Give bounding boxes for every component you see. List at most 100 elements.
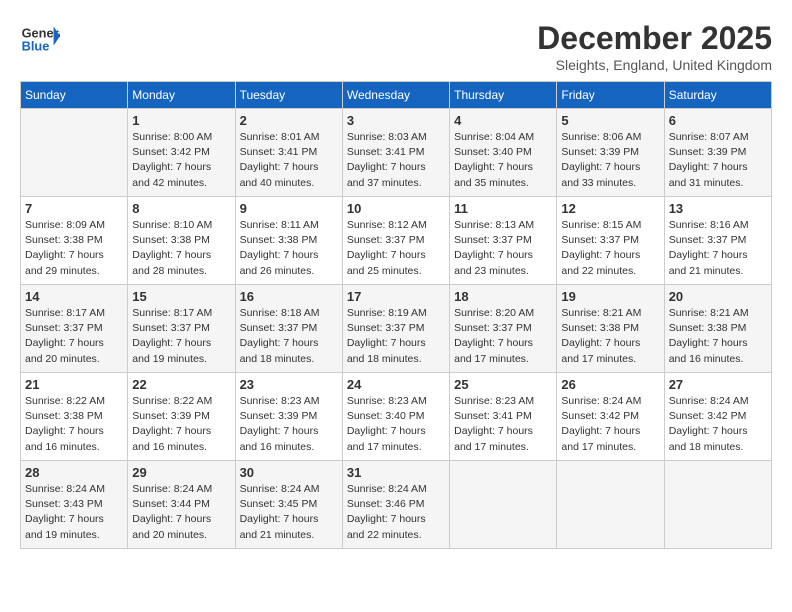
day-info: Sunrise: 8:12 AMSunset: 3:37 PMDaylight:… [347, 218, 445, 279]
day-number: 26 [561, 377, 659, 392]
day-cell: 15 Sunrise: 8:17 AMSunset: 3:37 PMDayligh… [128, 285, 235, 373]
day-cell: 2 Sunrise: 8:01 AMSunset: 3:41 PMDaylight… [235, 109, 342, 197]
day-number: 12 [561, 201, 659, 216]
day-number: 15 [132, 289, 230, 304]
day-number: 13 [669, 201, 767, 216]
day-cell: 24 Sunrise: 8:23 AMSunset: 3:40 PMDayligh… [342, 373, 449, 461]
day-header-wednesday: Wednesday [342, 82, 449, 109]
day-cell: 14 Sunrise: 8:17 AMSunset: 3:37 PMDayligh… [21, 285, 128, 373]
day-number: 11 [454, 201, 552, 216]
day-info: Sunrise: 8:09 AMSunset: 3:38 PMDaylight:… [25, 218, 123, 279]
day-number: 18 [454, 289, 552, 304]
day-number: 2 [240, 113, 338, 128]
day-number: 4 [454, 113, 552, 128]
day-cell: 5 Sunrise: 8:06 AMSunset: 3:39 PMDaylight… [557, 109, 664, 197]
day-cell [21, 109, 128, 197]
day-cell: 20 Sunrise: 8:21 AMSunset: 3:38 PMDayligh… [664, 285, 771, 373]
day-number: 19 [561, 289, 659, 304]
day-header-thursday: Thursday [450, 82, 557, 109]
day-number: 9 [240, 201, 338, 216]
day-number: 5 [561, 113, 659, 128]
day-info: Sunrise: 8:20 AMSunset: 3:37 PMDaylight:… [454, 306, 552, 367]
day-info: Sunrise: 8:01 AMSunset: 3:41 PMDaylight:… [240, 130, 338, 191]
day-header-monday: Monday [128, 82, 235, 109]
day-cell: 28Sunrise: 8:24 AMSunset: 3:43 PMDayligh… [21, 461, 128, 549]
day-info: Sunrise: 8:22 AMSunset: 3:38 PMDaylight:… [25, 394, 123, 455]
day-number: 24 [347, 377, 445, 392]
day-info: Sunrise: 8:04 AMSunset: 3:40 PMDaylight:… [454, 130, 552, 191]
day-info: Sunrise: 8:21 AMSunset: 3:38 PMDaylight:… [669, 306, 767, 367]
week-row-2: 7 Sunrise: 8:09 AMSunset: 3:38 PMDaylight… [21, 197, 772, 285]
day-number: 27 [669, 377, 767, 392]
day-info: Sunrise: 8:23 AMSunset: 3:40 PMDaylight:… [347, 394, 445, 455]
day-cell: 27 Sunrise: 8:24 AMSunset: 3:42 PMDayligh… [664, 373, 771, 461]
day-number: 31 [347, 465, 445, 480]
logo: General Blue [20, 20, 64, 60]
day-info: Sunrise: 8:22 AMSunset: 3:39 PMDaylight:… [132, 394, 230, 455]
day-number: 28 [25, 465, 123, 480]
page-header: General Blue December 2025 Sleights, Eng… [20, 20, 772, 73]
day-cell: 22 Sunrise: 8:22 AMSunset: 3:39 PMDayligh… [128, 373, 235, 461]
day-cell: 30 Sunrise: 8:24 AMSunset: 3:45 PMDayligh… [235, 461, 342, 549]
day-cell: 21 Sunrise: 8:22 AMSunset: 3:38 PMDayligh… [21, 373, 128, 461]
day-cell: 3 Sunrise: 8:03 AMSunset: 3:41 PMDaylight… [342, 109, 449, 197]
day-info: Sunrise: 8:23 AMSunset: 3:39 PMDaylight:… [240, 394, 338, 455]
day-number: 20 [669, 289, 767, 304]
day-cell: 12 Sunrise: 8:15 AMSunset: 3:37 PMDayligh… [557, 197, 664, 285]
day-cell: 23 Sunrise: 8:23 AMSunset: 3:39 PMDayligh… [235, 373, 342, 461]
day-info: Sunrise: 8:13 AMSunset: 3:37 PMDaylight:… [454, 218, 552, 279]
day-cell: 9 Sunrise: 8:11 AMSunset: 3:38 PMDaylight… [235, 197, 342, 285]
day-number: 21 [25, 377, 123, 392]
day-cell: 17Sunrise: 8:19 AMSunset: 3:37 PMDayligh… [342, 285, 449, 373]
day-info: Sunrise: 8:10 AMSunset: 3:38 PMDaylight:… [132, 218, 230, 279]
svg-text:Blue: Blue [22, 38, 50, 53]
day-info: Sunrise: 8:16 AMSunset: 3:37 PMDaylight:… [669, 218, 767, 279]
week-row-5: 28Sunrise: 8:24 AMSunset: 3:43 PMDayligh… [21, 461, 772, 549]
day-number: 22 [132, 377, 230, 392]
day-info: Sunrise: 8:06 AMSunset: 3:39 PMDaylight:… [561, 130, 659, 191]
logo-icon: General Blue [20, 20, 60, 60]
day-cell [557, 461, 664, 549]
day-info: Sunrise: 8:17 AMSunset: 3:37 PMDaylight:… [132, 306, 230, 367]
day-cell: 26 Sunrise: 8:24 AMSunset: 3:42 PMDayligh… [557, 373, 664, 461]
day-info: Sunrise: 8:15 AMSunset: 3:37 PMDaylight:… [561, 218, 659, 279]
day-info: Sunrise: 8:24 AMSunset: 3:46 PMDaylight:… [347, 482, 445, 543]
day-cell: 29Sunrise: 8:24 AMSunset: 3:44 PMDayligh… [128, 461, 235, 549]
day-number: 30 [240, 465, 338, 480]
day-info: Sunrise: 8:24 AMSunset: 3:42 PMDaylight:… [561, 394, 659, 455]
day-info: Sunrise: 8:03 AMSunset: 3:41 PMDaylight:… [347, 130, 445, 191]
day-cell: 18 Sunrise: 8:20 AMSunset: 3:37 PMDayligh… [450, 285, 557, 373]
day-number: 14 [25, 289, 123, 304]
day-cell: 8Sunrise: 8:10 AMSunset: 3:38 PMDaylight… [128, 197, 235, 285]
day-number: 7 [25, 201, 123, 216]
day-info: Sunrise: 8:21 AMSunset: 3:38 PMDaylight:… [561, 306, 659, 367]
month-title: December 2025 [537, 20, 772, 57]
day-header-friday: Friday [557, 82, 664, 109]
day-info: Sunrise: 8:19 AMSunset: 3:37 PMDaylight:… [347, 306, 445, 367]
day-info: Sunrise: 8:24 AMSunset: 3:45 PMDaylight:… [240, 482, 338, 543]
week-row-3: 14 Sunrise: 8:17 AMSunset: 3:37 PMDayligh… [21, 285, 772, 373]
day-header-saturday: Saturday [664, 82, 771, 109]
week-row-4: 21 Sunrise: 8:22 AMSunset: 3:38 PMDayligh… [21, 373, 772, 461]
day-cell: 1Sunrise: 8:00 AMSunset: 3:42 PMDaylight… [128, 109, 235, 197]
day-cell [664, 461, 771, 549]
calendar-table: SundayMondayTuesdayWednesdayThursdayFrid… [20, 81, 772, 549]
day-cell: 31 Sunrise: 8:24 AMSunset: 3:46 PMDayligh… [342, 461, 449, 549]
day-number: 23 [240, 377, 338, 392]
day-cell: 13 Sunrise: 8:16 AMSunset: 3:37 PMDayligh… [664, 197, 771, 285]
day-number: 16 [240, 289, 338, 304]
day-info: Sunrise: 8:11 AMSunset: 3:38 PMDaylight:… [240, 218, 338, 279]
day-number: 3 [347, 113, 445, 128]
day-info: Sunrise: 8:17 AMSunset: 3:37 PMDaylight:… [25, 306, 123, 367]
day-cell: 6Sunrise: 8:07 AMSunset: 3:39 PMDaylight… [664, 109, 771, 197]
day-number: 25 [454, 377, 552, 392]
day-header-tuesday: Tuesday [235, 82, 342, 109]
day-cell: 7 Sunrise: 8:09 AMSunset: 3:38 PMDaylight… [21, 197, 128, 285]
day-info: Sunrise: 8:18 AMSunset: 3:37 PMDaylight:… [240, 306, 338, 367]
week-row-1: 1Sunrise: 8:00 AMSunset: 3:42 PMDaylight… [21, 109, 772, 197]
day-info: Sunrise: 8:00 AMSunset: 3:42 PMDaylight:… [132, 130, 230, 191]
day-info: Sunrise: 8:24 AMSunset: 3:42 PMDaylight:… [669, 394, 767, 455]
day-info: Sunrise: 8:23 AMSunset: 3:41 PMDaylight:… [454, 394, 552, 455]
day-number: 10 [347, 201, 445, 216]
day-header-sunday: Sunday [21, 82, 128, 109]
